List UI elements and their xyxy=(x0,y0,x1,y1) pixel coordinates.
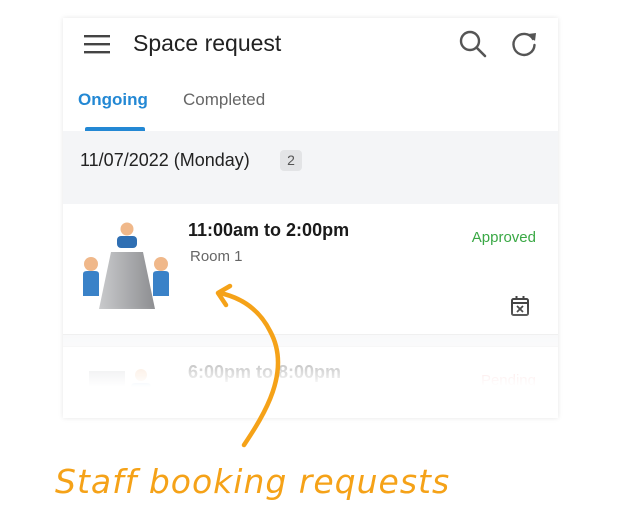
divider xyxy=(63,335,558,346)
desk-illustration xyxy=(89,369,151,407)
hamburger-menu-icon[interactable] xyxy=(83,32,111,56)
tab-completed[interactable]: Completed xyxy=(183,90,265,110)
calendar-x-icon[interactable] xyxy=(509,294,531,318)
booking-time: 11:00am to 2:00pm xyxy=(188,220,350,240)
space-name: Room 1 xyxy=(190,248,243,265)
status-badge: Approved xyxy=(471,229,536,246)
meeting-room-illustration xyxy=(83,222,169,309)
request-card[interactable]: 11:00am to 2:00pm Room 1 Approved xyxy=(63,204,558,335)
group-date: 11/07/2022 (Monday) xyxy=(80,150,250,170)
request-count-badge: 2 xyxy=(280,150,302,171)
app-bar: Space request xyxy=(63,18,558,70)
search-icon[interactable] xyxy=(457,28,489,60)
annotation-arrow-icon xyxy=(215,283,281,448)
page-title: Space request xyxy=(133,30,282,56)
request-card[interactable]: 6:00pm to 8:00pm Desk 1 Pending xyxy=(63,346,558,418)
annotation-caption: Staff booking requests xyxy=(55,462,451,501)
tab-ongoing[interactable]: Ongoing xyxy=(78,90,148,110)
app-screen: Space request Ongoing Completed 11/07/20… xyxy=(63,18,558,418)
refresh-icon[interactable] xyxy=(508,28,540,60)
divider xyxy=(63,191,558,204)
date-group-header: 11/07/2022 (Monday) 2 xyxy=(63,131,558,192)
status-badge: Pending xyxy=(480,372,536,389)
